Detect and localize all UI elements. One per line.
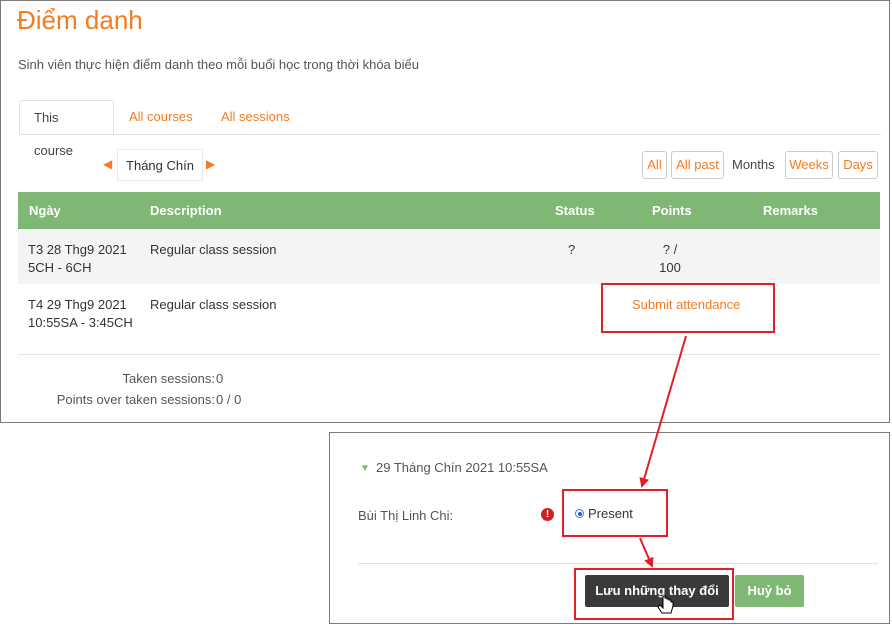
highlight-submit-callout [601,283,775,333]
taken-sessions-label: Taken sessions: [122,371,216,386]
view-all-button[interactable]: All [642,151,667,179]
row-description: Regular class session [150,242,277,257]
row-description: Regular class session [150,297,277,312]
tab-all-sessions[interactable]: All sessions [207,100,304,134]
row-date-line1: T4 29 Thg9 2021 [28,297,127,312]
current-month: Tháng Chín [117,149,203,181]
table-row: T3 28 Thg9 2021 5CH - 6CH Regular class … [18,229,880,284]
divider [18,354,880,355]
prev-month-icon[interactable]: ◀ [103,157,112,171]
row-points-line2: 100 [659,260,681,275]
row-date-line1: T3 28 Thg9 2021 [28,242,127,257]
next-month-icon[interactable]: ▶ [206,157,215,171]
header-status: Status [555,203,595,218]
cancel-button[interactable]: Huỷ bỏ [735,575,804,607]
page-subtitle: Sinh viên thực hiện điểm danh theo mỗi b… [18,57,419,72]
view-days-button[interactable]: Days [838,151,878,179]
row-date: T3 28 Thg9 2021 5CH - 6CH [28,241,127,277]
warning-icon: ! [541,508,554,521]
row-date-line2: 10:55SA - 3:45CH [28,315,133,330]
row-date-line2: 5CH - 6CH [28,260,92,275]
header-remarks: Remarks [763,203,818,218]
session-title[interactable]: 29 Tháng Chín 2021 10:55SA [376,460,548,475]
table-header: Ngày Description Status Points Remarks [18,192,880,229]
row-points: ? / 100 [650,241,690,277]
row-points-line1: ? / [662,242,678,257]
divider [358,563,878,564]
caret-down-icon[interactable]: ▼ [360,463,370,474]
tab-bar: This course All courses All sessions [19,100,881,158]
view-all-past-button[interactable]: All past [671,151,724,179]
row-status: ? [568,242,576,257]
header-description: Description [150,203,222,218]
header-points: Points [652,203,692,218]
row-date: T4 29 Thg9 2021 10:55SA - 3:45CH [28,296,133,332]
tab-this-course[interactable]: This course [19,100,114,158]
view-months-label: Months [732,157,775,172]
highlight-save-callout [574,568,734,620]
taken-sessions-value: 0 [216,371,224,386]
tab-all-courses[interactable]: All courses [115,100,207,134]
highlight-present-callout [562,489,668,537]
points-over-taken-value: 0 / 0 [216,392,242,407]
view-weeks-button[interactable]: Weeks [785,151,833,179]
student-name: Bùi Thị Linh Chi: [358,508,454,523]
header-date: Ngày [29,203,61,218]
points-over-taken-label: Points over taken sessions: [56,392,215,407]
page-title: Điểm danh [17,5,143,35]
